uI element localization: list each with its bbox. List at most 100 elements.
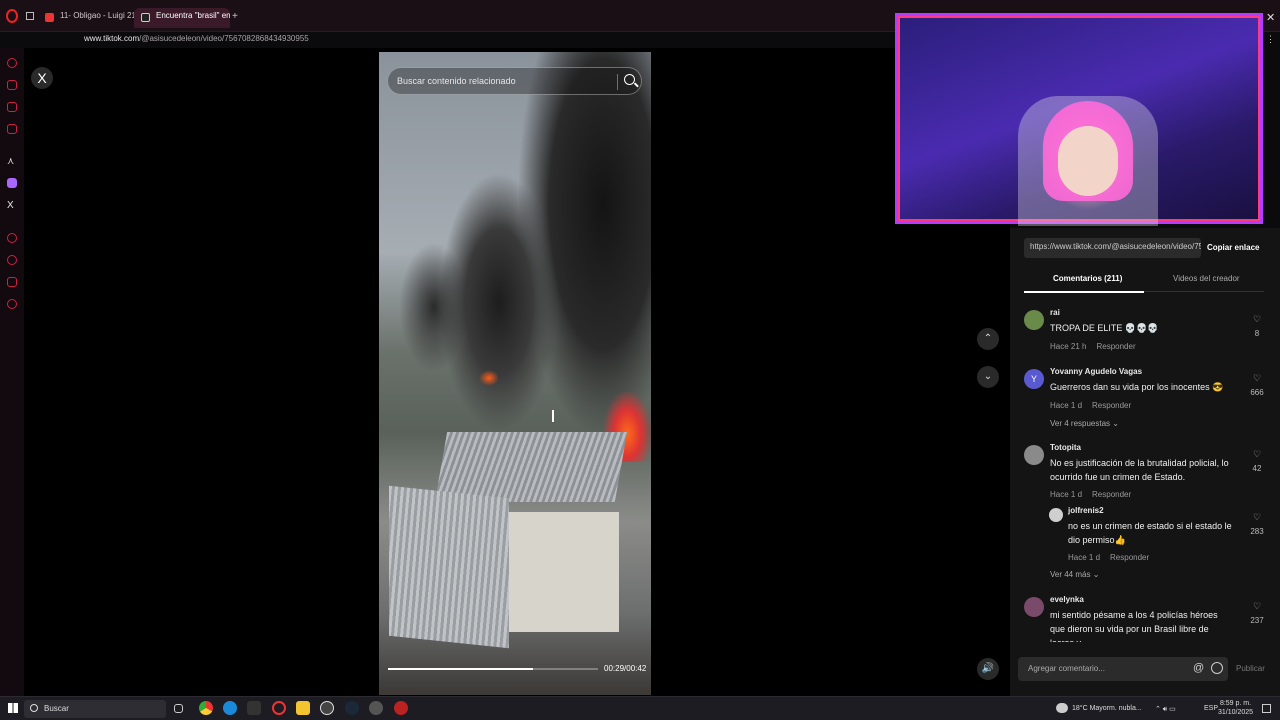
like-button[interactable]: ♡ 8 bbox=[1250, 314, 1264, 338]
like-button[interactable]: ♡ 42 bbox=[1250, 449, 1264, 473]
chrome-icon[interactable] bbox=[199, 701, 213, 715]
avatar[interactable] bbox=[1049, 508, 1063, 522]
search-divider bbox=[617, 74, 618, 90]
comment-time: Hace 1 d bbox=[1068, 553, 1101, 562]
comment-username[interactable]: rai bbox=[1050, 308, 1060, 317]
aria-icon[interactable] bbox=[7, 58, 17, 68]
like-button[interactable]: ♡ 666 bbox=[1250, 373, 1264, 397]
edge-icon[interactable] bbox=[223, 701, 237, 715]
url-text[interactable]: www.tiktok.com/@asisucedeleon/video/7567… bbox=[84, 34, 309, 43]
avatar[interactable]: Y bbox=[1024, 369, 1044, 389]
file-explorer-icon[interactable] bbox=[296, 701, 310, 715]
reply-button[interactable]: Responder bbox=[1096, 342, 1135, 351]
tiktok-icon bbox=[141, 13, 150, 22]
mention-icon[interactable]: @ bbox=[1193, 662, 1204, 674]
twitch-icon[interactable] bbox=[7, 178, 17, 188]
comment-text: no es un crimen de estado si el estado l… bbox=[1068, 521, 1232, 545]
youtube-icon bbox=[45, 13, 54, 22]
reply-button[interactable]: Responder bbox=[1110, 553, 1149, 562]
video-progress-bar[interactable] bbox=[388, 668, 598, 670]
task-view-icon[interactable] bbox=[174, 704, 183, 713]
recording-icon[interactable] bbox=[394, 701, 408, 715]
window-menu-icon[interactable]: ⋮ bbox=[1266, 34, 1275, 45]
notifications-icon[interactable] bbox=[1262, 704, 1271, 713]
search-input[interactable]: Buscar contenido relacionado bbox=[397, 76, 516, 86]
history-icon[interactable] bbox=[7, 255, 17, 265]
windows-start-icon[interactable] bbox=[8, 703, 18, 713]
app-icon[interactable] bbox=[369, 701, 383, 715]
music-icon[interactable] bbox=[7, 124, 17, 134]
comment-username[interactable]: evelynka bbox=[1050, 595, 1084, 604]
browser-sidebar: ⋏ X bbox=[0, 48, 24, 696]
taskbar-clock[interactable]: 8:59 p. m. 31/10/2025 bbox=[1218, 699, 1253, 717]
video-player[interactable] bbox=[379, 52, 651, 695]
app-icon[interactable] bbox=[247, 701, 261, 715]
panel-tabs: Comentarios (211) Videos del creador bbox=[1023, 270, 1264, 293]
close-button[interactable]: X bbox=[31, 67, 53, 89]
x-icon[interactable]: X bbox=[7, 200, 17, 211]
tab-tiktok[interactable]: Encuentra "brasil" en TikTok bbox=[134, 8, 230, 28]
comment-time: Hace 21 h bbox=[1050, 342, 1087, 351]
tray-icons[interactable]: ⌃ 🔊︎ ▭ bbox=[1155, 705, 1176, 714]
url-path: /@asisucedeleon/video/756708286843493095… bbox=[139, 34, 309, 43]
comment-input-placeholder: Agregar comentario... bbox=[1028, 664, 1105, 673]
like-count: 42 bbox=[1252, 464, 1262, 473]
opera-logo-icon[interactable] bbox=[6, 9, 18, 23]
copy-link-button[interactable]: Copiar enlace bbox=[1207, 243, 1259, 252]
like-count: 237 bbox=[1250, 616, 1264, 625]
opera-taskbar-icon[interactable] bbox=[272, 701, 286, 715]
workspaces-icon[interactable] bbox=[26, 12, 34, 20]
emoji-icon[interactable] bbox=[1211, 662, 1223, 674]
view-replies-button[interactable]: Ver 4 respuestas ⌄ bbox=[1050, 419, 1119, 428]
tab-label: 11- Obligao - Luigi 21 Plus bbox=[60, 11, 134, 20]
avatar[interactable] bbox=[1024, 445, 1044, 465]
view-more-replies-button[interactable]: Ver 44 más ⌄ bbox=[1050, 570, 1099, 579]
comment-item: evelynka mi sentido pésame a los 4 polic… bbox=[1018, 595, 1272, 642]
tab-comments[interactable]: Comentarios (211) bbox=[1023, 274, 1145, 293]
windows-taskbar: Buscar 18°C Mayorm. nubla... ⌃ 🔊︎ ▭ ESP … bbox=[0, 696, 1280, 720]
weather-text[interactable]: 18°C Mayorm. nubla... bbox=[1072, 705, 1142, 712]
comment-time: Hace 1 d bbox=[1050, 401, 1083, 410]
comment-text: Guerreros dan su vida por los inocentes … bbox=[1050, 382, 1224, 392]
previous-video-button[interactable]: ⌃ bbox=[977, 328, 999, 350]
messenger-icon[interactable] bbox=[7, 102, 17, 112]
shopping-icon[interactable] bbox=[7, 80, 17, 90]
comment-username[interactable]: Totopita bbox=[1050, 443, 1081, 452]
reply-button[interactable]: Responder bbox=[1092, 401, 1131, 410]
avatar[interactable] bbox=[1024, 597, 1044, 617]
new-tab-button[interactable]: + bbox=[232, 11, 238, 22]
comment-username[interactable]: jolfrenis2 bbox=[1068, 506, 1104, 515]
comment-meta: Hace 1 d Responder bbox=[1050, 490, 1131, 499]
next-video-button[interactable]: ⌄ bbox=[977, 366, 999, 388]
video-smoke bbox=[399, 242, 469, 372]
taskbar-search[interactable]: Buscar bbox=[24, 700, 166, 718]
extensions-icon[interactable] bbox=[7, 277, 17, 287]
share-link-field[interactable]: https://www.tiktok.com/@asisucedeleon/vi… bbox=[1024, 238, 1201, 258]
steam-icon[interactable] bbox=[345, 701, 359, 715]
comment-meta: Hace 21 h Responder bbox=[1050, 342, 1136, 351]
comment-text: No es justificación de la brutalidad pol… bbox=[1050, 458, 1229, 482]
comment-text: mi sentido pésame a los 4 policías héroe… bbox=[1050, 610, 1218, 642]
comment-list: rai TROPA DE ELITE 💀💀💀 Hace 21 h Responde… bbox=[1018, 306, 1272, 642]
tab-creator-videos[interactable]: Videos del creador bbox=[1173, 274, 1240, 283]
webcam-face bbox=[1058, 126, 1118, 196]
search-icon[interactable] bbox=[624, 74, 635, 85]
arc-icon[interactable]: ⋏ bbox=[7, 156, 17, 167]
language-indicator[interactable]: ESP bbox=[1204, 705, 1218, 712]
avatar[interactable] bbox=[1024, 310, 1044, 330]
heart-icon: ♡ bbox=[1252, 601, 1262, 611]
volume-button[interactable]: 🔊 bbox=[977, 658, 999, 680]
like-button[interactable]: ♡ 283 bbox=[1250, 512, 1264, 536]
obs-icon[interactable] bbox=[320, 701, 334, 715]
like-button[interactable]: ♡ 237 bbox=[1250, 601, 1264, 625]
related-search[interactable]: Buscar contenido relacionado bbox=[387, 67, 642, 95]
tab-youtube[interactable]: 11- Obligao - Luigi 21 Plus bbox=[38, 8, 134, 28]
settings-icon[interactable] bbox=[7, 299, 17, 309]
publish-button[interactable]: Publicar bbox=[1236, 664, 1265, 673]
window-close-icon[interactable]: ✕ bbox=[1266, 11, 1275, 24]
comment-time: Hace 1 d bbox=[1050, 490, 1083, 499]
player-icon[interactable] bbox=[7, 233, 17, 243]
comment-username[interactable]: Yovanny Agudelo Vagas bbox=[1050, 367, 1142, 376]
comment-input[interactable]: Agregar comentario... @ bbox=[1018, 657, 1228, 681]
reply-button[interactable]: Responder bbox=[1092, 490, 1131, 499]
